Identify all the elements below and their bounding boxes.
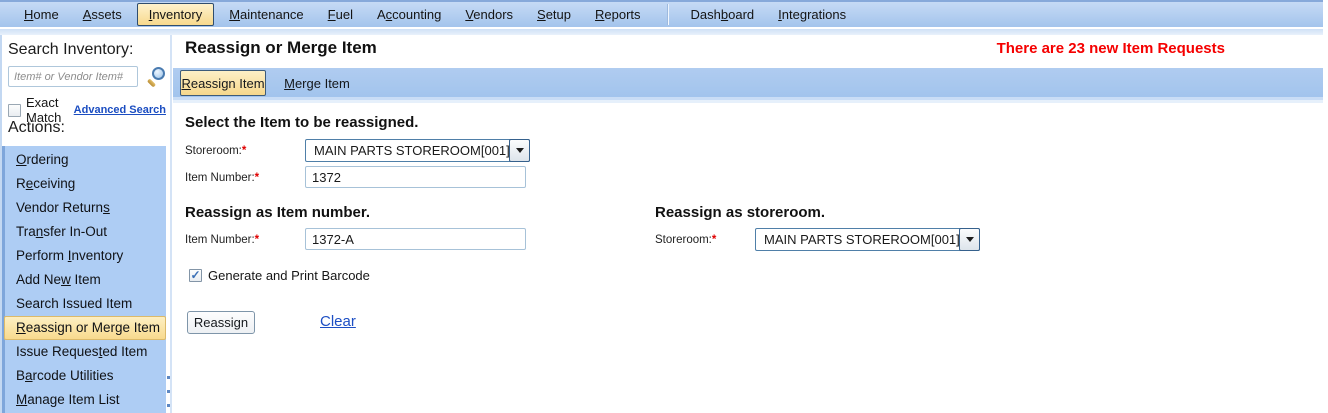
required-marker: *	[711, 234, 717, 246]
sidebar-item-barcode-utilities[interactable]: Barcode Utilities	[5, 364, 168, 388]
sidebar-item-manage-item-list[interactable]: Manage Item List	[5, 388, 168, 412]
reassign-button[interactable]: Reassign	[187, 311, 255, 334]
storeroom-select[interactable]: MAIN PARTS STOREROOM[001]	[305, 139, 530, 162]
required-marker: *	[241, 145, 247, 157]
menu-fuel[interactable]: Fuel	[316, 3, 365, 26]
select-item-heading: Select the Item to be reassigned.	[185, 114, 419, 131]
new-storeroom-select[interactable]: MAIN PARTS STOREROOM[001]	[755, 228, 980, 251]
dropdown-button[interactable]	[959, 228, 980, 251]
new-storeroom-select-value: MAIN PARTS STOREROOM[001]	[764, 232, 959, 247]
generate-barcode-label: Generate and Print Barcode	[208, 268, 370, 283]
menu-separator	[666, 4, 669, 25]
sidebar-item-transfer-in-out[interactable]: Transfer In-Out	[5, 220, 168, 244]
menu-assets[interactable]: Assets	[71, 3, 134, 26]
app-window: Home Assets Inventory Maintenance Fuel A…	[0, 0, 1328, 413]
item-number-label: Item Number:*	[185, 172, 260, 184]
sidebar-item-add-new-item[interactable]: Add New Item	[5, 268, 168, 292]
barcode-option-row: ✓ Generate and Print Barcode	[189, 268, 370, 283]
top-menu-bar: Home Assets Inventory Maintenance Fuel A…	[0, 0, 1323, 27]
dropdown-button[interactable]	[509, 139, 530, 162]
sidebar-item-receiving[interactable]: Receiving	[5, 172, 168, 196]
generate-barcode-checkbox[interactable]: ✓	[189, 269, 202, 282]
menu-accounting[interactable]: Accounting	[365, 3, 453, 26]
sidebar-item-reassign-or-merge-item[interactable]: Reassign or Merge Item	[4, 316, 166, 340]
splitter-line	[170, 35, 172, 413]
item-number-input[interactable]	[305, 166, 526, 188]
actions-heading: Actions:	[8, 119, 65, 136]
chevron-down-icon	[965, 237, 974, 242]
sidebar-item-vendor-returns[interactable]: Vendor Returns	[5, 196, 168, 220]
storeroom-label: Storeroom:*	[185, 145, 247, 157]
splitter-grip-handle[interactable]	[167, 376, 171, 413]
search-inventory-heading: Search Inventory:	[8, 41, 134, 58]
storeroom-select-value: MAIN PARTS STOREROOM[001]	[314, 143, 509, 158]
chevron-down-icon	[515, 148, 524, 153]
menu-home[interactable]: Home	[12, 3, 71, 26]
menu-bottom-strip	[0, 29, 1323, 35]
clear-link[interactable]: Clear	[320, 313, 356, 330]
tab-strip-edge-light	[173, 100, 1323, 103]
menu-setup[interactable]: Setup	[525, 3, 583, 26]
magnifier-handle	[146, 78, 157, 88]
search-input[interactable]	[8, 66, 138, 87]
magnifier-lens	[152, 67, 165, 80]
menu-maintenance[interactable]: Maintenance	[217, 3, 315, 26]
sidebar-item-issue-requested-item[interactable]: Issue Requested Item	[5, 340, 168, 364]
menu-vendors[interactable]: Vendors	[453, 3, 525, 26]
sidebar-item-ordering[interactable]: Ordering	[5, 148, 168, 172]
menu-reports[interactable]: Reports	[583, 3, 653, 26]
new-item-number-label: Item Number:*	[185, 234, 260, 246]
new-item-number-input[interactable]	[305, 228, 526, 250]
menu-dashboard[interactable]: Dashboard	[679, 3, 767, 26]
reassign-storeroom-heading: Reassign as storeroom.	[655, 204, 826, 221]
sidebar-item-perform-inventory[interactable]: Perform Inventory	[5, 244, 168, 268]
exact-match-checkbox[interactable]	[8, 103, 21, 117]
sidebar: Search Inventory: Exact Match Advanced S…	[0, 35, 168, 413]
required-marker: *	[254, 234, 260, 246]
menu-integrations[interactable]: Integrations	[766, 3, 858, 26]
menu-inventory[interactable]: Inventory	[136, 3, 215, 26]
required-marker: *	[254, 172, 260, 184]
page-title: Reassign or Merge Item	[185, 38, 377, 57]
tab-merge-item[interactable]: Merge Item	[278, 70, 356, 96]
item-requests-notice[interactable]: There are 23 new Item Requests	[997, 40, 1225, 57]
reassign-item-number-heading: Reassign as Item number.	[185, 204, 371, 221]
sidebar-item-search-issued-item[interactable]: Search Issued Item	[5, 292, 168, 316]
actions-list: Ordering Receiving Vendor Returns Transf…	[2, 146, 168, 413]
search-icon[interactable]	[146, 67, 166, 88]
tab-reassign-item[interactable]: Reassign Item	[180, 70, 266, 96]
new-storeroom-label: Storeroom:*	[655, 234, 717, 246]
advanced-search-link[interactable]: Advanced Search	[74, 104, 166, 116]
